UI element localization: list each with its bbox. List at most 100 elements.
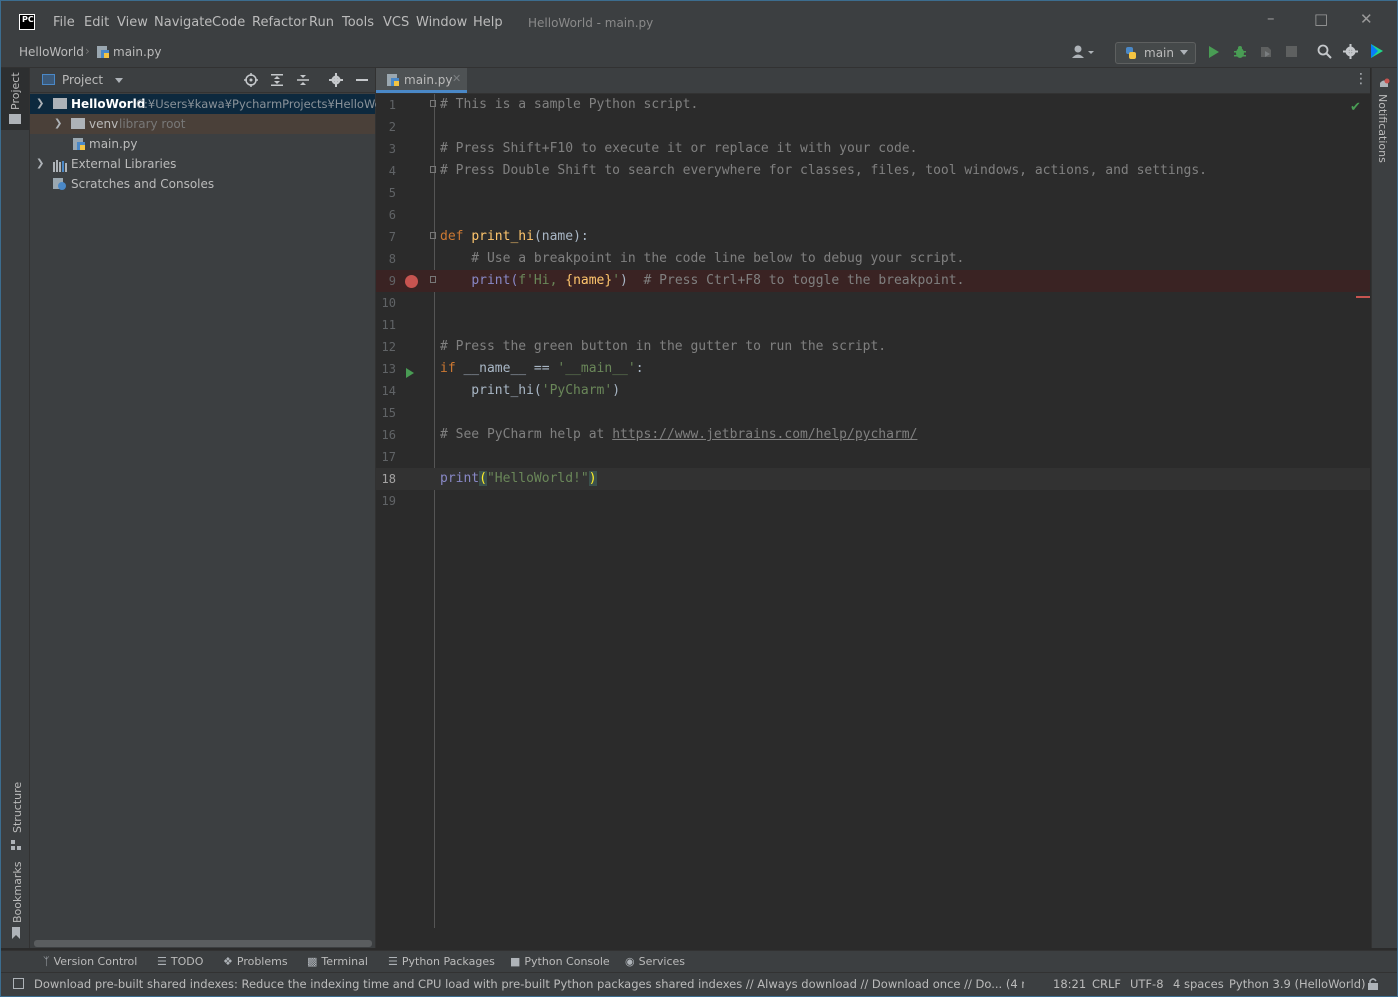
menu-edit[interactable]: Edit (84, 15, 109, 30)
tree-label: Scratches and Consoles (71, 177, 215, 191)
code-line[interactable]: 10 (376, 292, 1370, 314)
project-tool-tab[interactable]: Project (1, 68, 29, 130)
navigation-bar: HelloWorld › main.py main (1, 39, 1397, 68)
tab-python-packages[interactable]: ☰ Python Packages (388, 955, 495, 968)
hide-panel-icon[interactable] (356, 79, 368, 81)
menu-view[interactable]: View (117, 15, 148, 30)
horizontal-scrollbar[interactable] (34, 940, 372, 947)
code-line[interactable]: 8 # Use a breakpoint in the code line be… (376, 248, 1370, 270)
menu-code[interactable]: Code (212, 15, 245, 30)
help-link[interactable]: https://www.jetbrains.com/help/pycharm/ (612, 427, 917, 442)
gear-icon[interactable] (1343, 44, 1358, 59)
code-line[interactable]: 13 if __name__ == '__main__': (376, 358, 1370, 380)
run-config-selector[interactable]: main (1115, 42, 1196, 64)
editor-tab-main-py[interactable]: main.py ✕ (376, 68, 467, 93)
code-with-me-icon[interactable] (1369, 43, 1385, 59)
toggle-tool-windows-icon[interactable] (13, 978, 24, 989)
tab-label: main.py (404, 73, 453, 87)
code-text: # See PyCharm help at https://www.jetbra… (440, 427, 918, 442)
menu-run[interactable]: Run (309, 15, 334, 30)
line-number: 16 (381, 428, 396, 442)
code-line[interactable]: 11 (376, 314, 1370, 336)
close-tab-icon[interactable]: ✕ (452, 72, 461, 85)
cursor-position[interactable]: 18:21 (1053, 977, 1086, 991)
code-line[interactable]: 7 def print_hi(name): (376, 226, 1370, 248)
breadcrumb-project[interactable]: HelloWorld (19, 45, 84, 59)
python-file-icon (96, 45, 110, 59)
notifications-tool-tab[interactable]: Notifications (1372, 68, 1397, 168)
line-separator[interactable]: CRLF (1092, 977, 1121, 991)
collapse-all-icon[interactable] (296, 73, 310, 87)
minimize-button[interactable]: – (1267, 9, 1275, 27)
tree-item-helloworld[interactable]: ❯ HelloWorld C:¥Users¥kawa¥PycharmProjec… (30, 94, 397, 114)
panel-options-gear-icon[interactable] (329, 73, 343, 87)
debug-icon[interactable] (1233, 45, 1247, 59)
collapsed-chevron-icon[interactable]: ❯ (54, 114, 62, 134)
search-icon[interactable] (1317, 44, 1332, 59)
breadcrumb-file[interactable]: main.py (113, 45, 162, 59)
tab-services[interactable]: ◉ Services (625, 955, 685, 968)
menu-navigate[interactable]: Navigate (154, 15, 212, 30)
tree-item-main-py[interactable]: main.py (30, 134, 375, 154)
tree-item-scratches[interactable]: Scratches and Consoles (30, 174, 375, 194)
run-icon[interactable] (1207, 45, 1221, 59)
code-text: print("HelloWorld!") (440, 471, 597, 486)
code-line[interactable]: 1 # This is a sample Python script. (376, 94, 1370, 116)
python-interpreter[interactable]: Python 3.9 (HelloWorld) (1229, 977, 1366, 991)
menu-window[interactable]: Window (416, 15, 467, 30)
tree-item-external-libraries[interactable]: ❯ External Libraries (30, 154, 375, 174)
code-line[interactable]: 2 (376, 116, 1370, 138)
bookmarks-tool-tab[interactable]: Bookmarks (1, 862, 29, 943)
account-dropdown-icon[interactable] (1071, 44, 1097, 60)
code-line[interactable]: 16 # See PyCharm help at https://www.jet… (376, 424, 1370, 446)
code-line[interactable]: 14 print_hi('PyCharm') (376, 380, 1370, 402)
file-encoding[interactable]: UTF-8 (1130, 977, 1164, 991)
code-line[interactable]: 19 (376, 490, 1370, 512)
lock-icon[interactable] (1367, 978, 1379, 990)
current-line[interactable]: 18 print("HelloWorld!") (376, 468, 1370, 490)
tab-problems[interactable]: ❖ Problems (223, 955, 288, 968)
breakpoint-icon[interactable] (405, 275, 418, 288)
python-icon (1124, 46, 1138, 60)
stop-icon[interactable] (1286, 46, 1297, 57)
locate-file-icon[interactable] (244, 73, 258, 87)
tab-python-console[interactable]: ■ Python Console (510, 955, 610, 968)
indent-setting[interactable]: 4 spaces (1173, 977, 1224, 991)
code-line[interactable]: 6 (376, 204, 1370, 226)
close-button[interactable]: ✕ (1360, 10, 1373, 28)
tab-todo[interactable]: ☰ TODO (157, 955, 203, 968)
run-gutter-icon[interactable] (405, 364, 415, 378)
fold-marker-icon[interactable] (430, 166, 436, 173)
expanded-chevron-icon[interactable]: ❯ (36, 94, 44, 114)
fold-marker-icon[interactable] (430, 232, 436, 239)
menu-file[interactable]: File (53, 15, 75, 30)
tree-item-venv[interactable]: ❯ venv library root (30, 114, 375, 134)
project-panel-title[interactable]: Project (62, 73, 103, 87)
collapsed-chevron-icon[interactable]: ❯ (36, 154, 44, 174)
breakpoint-line[interactable]: 9 print(f'Hi, {name}') # Press Ctrl+F8 t… (376, 270, 1370, 292)
code-line[interactable]: 12 # Press the green button in the gutte… (376, 336, 1370, 358)
code-line[interactable]: 4 # Press Double Shift to search everywh… (376, 160, 1370, 182)
tab-options-icon[interactable]: ⋮ (1354, 72, 1368, 86)
code-line[interactable]: 15 (376, 402, 1370, 424)
menu-tools[interactable]: Tools (342, 15, 374, 30)
menu-vcs[interactable]: VCS (383, 15, 409, 30)
coverage-icon[interactable] (1259, 45, 1273, 59)
code-text: # This is a sample Python script. (440, 97, 699, 112)
menu-refactor[interactable]: Refactor (252, 15, 307, 30)
fold-marker-icon[interactable] (430, 276, 436, 283)
tab-version-control[interactable]: ᛉ Version Control (43, 955, 137, 968)
code-text: def print_hi(name): (440, 229, 589, 244)
menu-help[interactable]: Help (473, 15, 503, 30)
status-message[interactable]: Download pre-built shared indexes: Reduc… (34, 977, 1024, 991)
view-mode-chevron-icon[interactable] (115, 78, 123, 83)
maximize-button[interactable]: □ (1314, 10, 1328, 28)
structure-tool-tab[interactable]: Structure (1, 782, 29, 853)
expand-all-icon[interactable] (270, 73, 284, 87)
tab-terminal[interactable]: ▩ Terminal (307, 955, 368, 968)
fold-marker-icon[interactable] (430, 100, 436, 107)
code-line[interactable]: 5 (376, 182, 1370, 204)
code-line[interactable]: 3 # Press Shift+F10 to execute it or rep… (376, 138, 1370, 160)
ide-window: PC File Edit View Navigate Code Refactor… (0, 0, 1398, 997)
code-line[interactable]: 17 (376, 446, 1370, 468)
